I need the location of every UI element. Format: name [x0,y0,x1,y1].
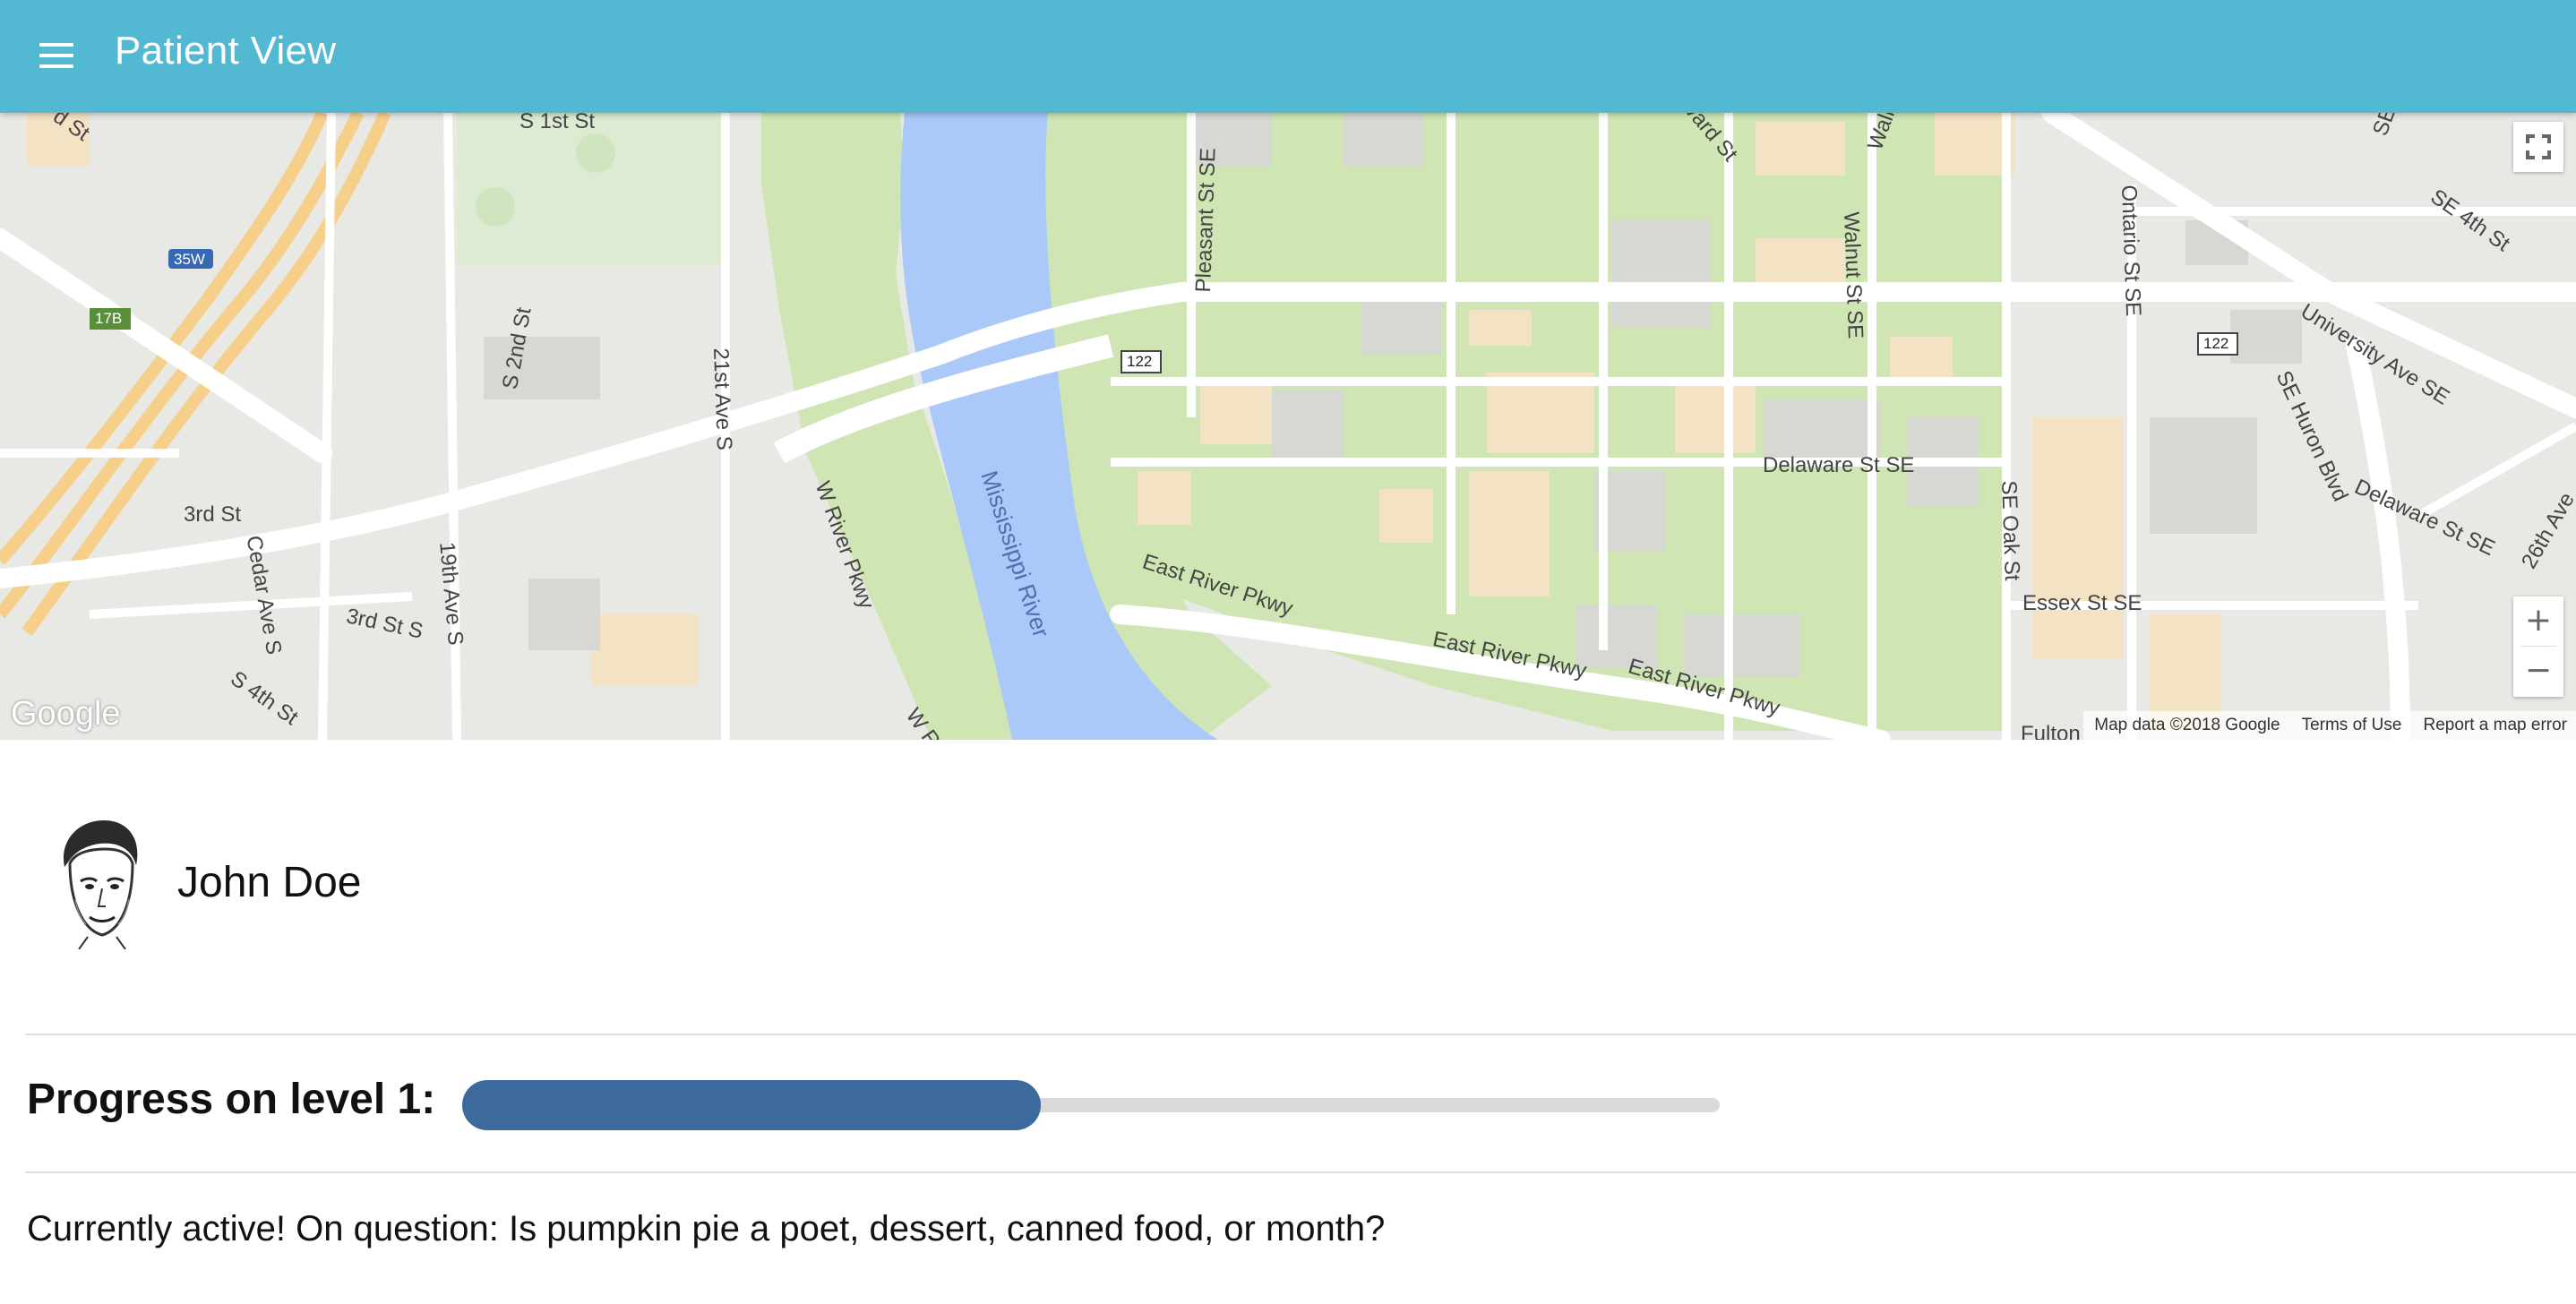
map[interactable]: 35W 17B 122 122 d St S 1st St Cedar Ave … [0,113,2576,740]
patient-avatar [43,813,158,950]
fullscreen-button[interactable] [2513,122,2563,172]
patient-name: John Doe [177,859,362,906]
status-text: Currently active! On question: Is pumpki… [27,1209,1386,1248]
page-title: Patient View [115,29,337,73]
map-label: 35W [174,251,205,268]
zoom-control: + − [2513,596,2563,697]
map-label: SE Oak St [1996,480,2024,581]
map-data-credit: Map data ©2018 Google [2094,716,2280,734]
menu-icon[interactable] [38,39,75,73]
app-bar: Patient View [0,0,2576,113]
fullscreen-icon [2526,134,2551,159]
avatar [43,813,158,950]
terms-of-use-link[interactable]: Terms of Use [2302,716,2402,735]
map-attribution: Map data ©2018 Google Terms of Use Repor… [2083,711,2576,740]
zoom-out-button[interactable]: − [2513,647,2563,697]
map-label: 122 [1127,353,1153,370]
divider [25,1034,2576,1035]
map-label: Walnut St SE [1839,211,1868,339]
map-label: 17B [95,310,123,327]
map-label: 122 [2203,335,2229,352]
map-label: 21st Ave S [708,347,736,451]
map-label: Ontario St SE [2117,184,2146,317]
map-label: Delaware St SE [1763,453,1915,477]
progress-label: Progress on level 1: [27,1076,436,1123]
map-label: 3rd St [184,502,242,527]
map-label: Essex St SE [2022,591,2142,615]
progress-bar-fill [462,1080,1041,1130]
divider [25,1171,2576,1173]
map-label: Pleasant St SE [1191,147,1221,293]
google-logo: Google [11,695,121,733]
report-map-error-link[interactable]: Report a map error [2423,716,2567,735]
map-canvas [0,113,2576,740]
map-label: Fulton [2021,722,2081,740]
map-label: S 1st St [519,113,596,133]
zoom-in-button[interactable]: + [2513,596,2563,647]
